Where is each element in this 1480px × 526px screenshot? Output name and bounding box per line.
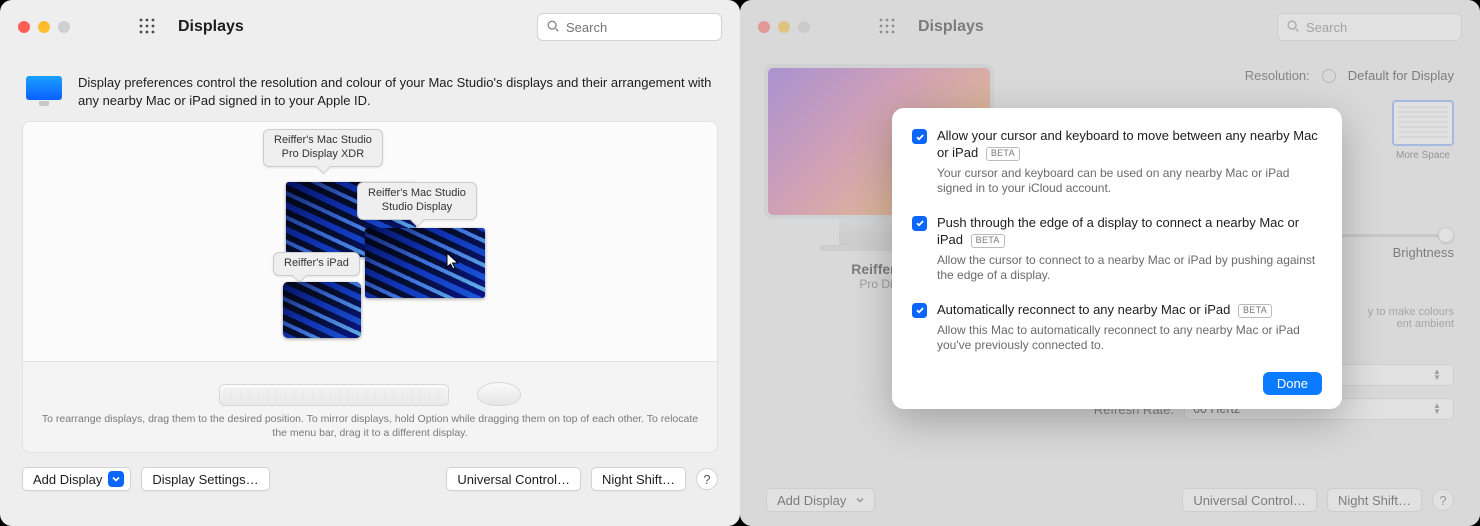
peripherals-area: To rearrange displays, drag them to the … (22, 361, 718, 453)
arrangement-hint: To rearrange displays, drag them to the … (39, 412, 701, 440)
add-display-button[interactable]: Add Display (22, 467, 131, 491)
display-tooltip-pro-xdr: Reiffer's Mac Studio Pro Display XDR (263, 129, 383, 167)
display-arrangement-area[interactable]: Reiffer's Mac Studio Pro Display XDR Rei… (22, 121, 718, 361)
help-button[interactable]: ? (696, 468, 718, 490)
universal-control-modal: Allow your cursor and keyboard to move b… (892, 108, 1342, 409)
resolution-thumb-more-space[interactable]: More Space (1392, 100, 1454, 161)
beta-badge: BETA (971, 234, 1005, 248)
add-display-button[interactable]: Add Display (766, 488, 875, 512)
search-field[interactable] (537, 13, 722, 41)
all-prefs-grid-icon[interactable] (872, 17, 896, 38)
chevron-down-icon (108, 471, 124, 487)
checkbox-auto-reconnect[interactable] (912, 303, 927, 318)
display-tile-studio[interactable] (365, 228, 485, 298)
done-button[interactable]: Done (1263, 372, 1322, 395)
search-input[interactable] (566, 20, 713, 35)
checkbox-allow-cursor[interactable] (912, 129, 927, 144)
opt3-desc: Allow this Mac to automatically reconnec… (937, 323, 1322, 354)
nav-arrows (92, 20, 114, 35)
search-input[interactable] (1306, 20, 1453, 35)
display-tooltip-studio: Reiffer's Mac Studio Studio Display (357, 182, 477, 220)
window-displays-settings: Displays Resolution: Default for Display… (740, 0, 1480, 526)
search-icon (1286, 19, 1300, 36)
opt2-desc: Allow the cursor to connect to a nearby … (937, 253, 1322, 284)
minimize-window-button[interactable] (38, 21, 50, 33)
bottom-toolbar: Add Display Universal Control… Night Shi… (740, 488, 1480, 512)
opt1-desc: Your cursor and keyboard can be used on … (937, 166, 1322, 197)
minimize-window-button[interactable] (778, 21, 790, 33)
nav-arrows (832, 20, 854, 35)
updown-icon: ▲▼ (1433, 403, 1447, 415)
zoom-window-button[interactable] (58, 21, 70, 33)
window-displays-main: Displays Display preferences control the… (0, 0, 740, 526)
resolution-label: Resolution: (1245, 68, 1310, 83)
beta-badge: BETA (986, 147, 1020, 161)
search-icon (546, 19, 560, 36)
night-shift-button[interactable]: Night Shift… (591, 467, 686, 491)
window-title: Displays (918, 18, 984, 36)
window-title: Displays (178, 18, 244, 36)
search-field[interactable] (1277, 13, 1462, 41)
close-window-button[interactable] (18, 21, 30, 33)
universal-control-button[interactable]: Universal Control… (446, 467, 581, 491)
toolbar: Displays (0, 0, 740, 54)
zoom-window-button[interactable] (798, 21, 810, 33)
resolution-thumbnails: More Space (1392, 100, 1454, 161)
chevron-down-icon (852, 492, 868, 508)
window-controls (18, 21, 70, 33)
display-settings-button[interactable]: Display Settings… (141, 467, 269, 491)
toolbar: Displays (740, 0, 1480, 54)
mouse-icon (477, 382, 521, 406)
updown-icon: ▲▼ (1433, 369, 1447, 381)
opt3-title: Automatically reconnect to any nearby Ma… (937, 302, 1230, 317)
keyboard-icon (219, 384, 449, 406)
night-shift-button[interactable]: Night Shift… (1327, 488, 1422, 512)
intro-text: Display preferences control the resoluti… (78, 74, 714, 109)
checkbox-push-through[interactable] (912, 216, 927, 231)
display-tooltip-ipad: Reiffer's iPad (273, 252, 360, 276)
window-controls (758, 21, 810, 33)
all-prefs-grid-icon[interactable] (132, 17, 156, 38)
close-window-button[interactable] (758, 21, 770, 33)
true-tone-hint: y to make colours ent ambient (1368, 306, 1454, 330)
universal-control-button[interactable]: Universal Control… (1182, 488, 1317, 512)
help-button[interactable]: ? (1432, 489, 1454, 511)
slider-knob[interactable] (1438, 227, 1454, 243)
resolution-default-label: Default for Display (1348, 68, 1454, 83)
bottom-toolbar: Add Display Display Settings… Universal … (0, 453, 740, 507)
beta-badge: BETA (1238, 304, 1272, 318)
resolution-default-radio[interactable] (1322, 69, 1336, 83)
displays-pane-icon (26, 76, 62, 106)
display-tile-ipad[interactable] (283, 282, 361, 338)
cursor-icon (446, 252, 460, 273)
